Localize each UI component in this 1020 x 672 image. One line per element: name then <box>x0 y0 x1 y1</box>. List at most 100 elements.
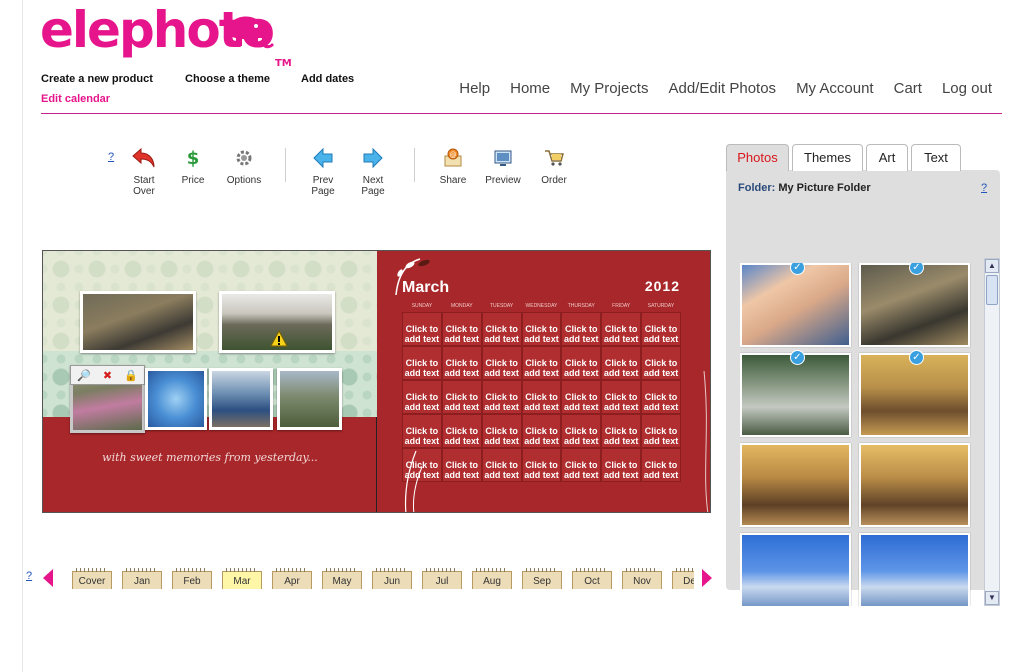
folder-name[interactable]: My Picture Folder <box>778 182 870 194</box>
date-cell[interactable]: Click to add text <box>481 346 522 380</box>
month-scroll-right-button[interactable] <box>702 569 712 587</box>
start-over-button[interactable]: Start Over <box>119 147 169 197</box>
preview-button[interactable]: Preview <box>478 147 528 186</box>
photo-thumbnail[interactable] <box>859 533 970 606</box>
scrollbar-thumb[interactable] <box>986 275 998 305</box>
delete-photo-icon[interactable]: ✖ <box>103 369 112 382</box>
month-tab-apr[interactable]: Apr <box>272 568 312 589</box>
tab-themes[interactable]: Themes <box>792 144 863 171</box>
panel-help-link[interactable]: ? <box>981 182 987 194</box>
month-tab-dec[interactable]: Dec <box>672 568 694 589</box>
date-cell[interactable]: Click to add text <box>601 380 642 414</box>
date-cell[interactable]: Click to add text <box>402 380 442 414</box>
date-cell[interactable]: Click to add text <box>521 346 562 380</box>
photo-thumbnail[interactable]: ✓ <box>740 350 851 437</box>
date-cell[interactable]: Click to add text <box>601 448 642 482</box>
order-button[interactable]: Order <box>529 147 579 186</box>
month-tab-sep[interactable]: Sep <box>522 568 562 589</box>
month-tab-mar[interactable]: Mar <box>222 568 262 589</box>
date-cell[interactable]: Click to add text <box>441 414 482 448</box>
calendar-year[interactable]: 2012 <box>645 278 680 294</box>
date-cell[interactable]: Click to add text <box>641 346 681 380</box>
date-cell[interactable]: Click to add text <box>521 448 562 482</box>
month-tab-feb[interactable]: Feb <box>172 568 212 589</box>
toolbar-help-link[interactable]: ? <box>108 151 114 163</box>
month-tab-jul[interactable]: Jul <box>422 568 462 589</box>
options-button[interactable]: Options <box>219 147 269 186</box>
calendar-photo-bubble[interactable] <box>145 368 207 430</box>
scroll-up-button[interactable]: ▲ <box>985 259 999 273</box>
step-add-dates[interactable]: Add dates <box>301 73 354 85</box>
calendar-photo-playground[interactable] <box>277 368 342 430</box>
nav-cart[interactable]: Cart <box>894 80 922 97</box>
zoom-icon[interactable]: 🔎 <box>77 369 91 382</box>
tab-text[interactable]: Text <box>911 144 961 171</box>
top-navigation: Help Home My Projects Add/Edit Photos My… <box>459 80 992 97</box>
date-cell[interactable]: Click to add text <box>601 414 642 448</box>
date-cell[interactable]: Click to add text <box>481 380 522 414</box>
month-tab-jan[interactable]: Jan <box>122 568 162 589</box>
calendar-photo-statues[interactable] <box>219 291 335 353</box>
nav-log-out[interactable]: Log out <box>942 80 992 97</box>
date-cell[interactable]: Click to add text <box>641 448 681 482</box>
date-cell[interactable]: Click to add text <box>521 380 562 414</box>
nav-my-account[interactable]: My Account <box>796 80 874 97</box>
date-cell[interactable]: Click to add text <box>641 380 681 414</box>
date-cell[interactable]: Click to add text <box>521 414 562 448</box>
date-cell[interactable]: Click to add text <box>402 346 442 380</box>
month-tab-cover[interactable]: Cover <box>72 568 112 589</box>
date-cell[interactable]: Click to add text <box>481 448 522 482</box>
price-button[interactable]: $ Price <box>168 147 218 186</box>
photo-thumbnail[interactable]: ✓ <box>859 350 970 437</box>
date-cell[interactable]: Click to add text <box>561 414 602 448</box>
date-cell[interactable]: Click to add text <box>441 346 482 380</box>
step-choose-theme[interactable]: Choose a theme <box>185 73 270 85</box>
calendar-photo-boy-bike[interactable] <box>80 291 196 353</box>
date-cell[interactable]: Click to add text <box>601 346 642 380</box>
nav-my-projects[interactable]: My Projects <box>570 80 648 97</box>
date-cell[interactable]: Click to add text <box>441 448 482 482</box>
photo-thumbnail[interactable]: ✓ <box>859 263 970 347</box>
date-cell[interactable]: Click to add text <box>402 312 442 346</box>
photo-thumbnail[interactable] <box>740 443 851 527</box>
month-tab-jun[interactable]: Jun <box>372 568 412 589</box>
month-tab-aug[interactable]: Aug <box>472 568 512 589</box>
month-scroll-left-button[interactable] <box>43 569 53 587</box>
tab-photos[interactable]: Photos <box>726 144 789 171</box>
calendar-quote[interactable]: with sweet memories from yesterday... <box>43 451 377 464</box>
photo-thumbnail[interactable]: ✓ <box>740 263 851 347</box>
date-cell[interactable]: Click to add text <box>561 380 602 414</box>
month-tab-nov[interactable]: Nov <box>622 568 662 589</box>
photo-thumbnail[interactable] <box>740 533 851 606</box>
date-cell[interactable]: Click to add text <box>601 312 642 346</box>
month-tabs-help-link[interactable]: ? <box>26 570 32 582</box>
step-edit-calendar: Edit calendar <box>41 93 111 105</box>
lock-icon[interactable]: 🔒 <box>124 369 138 382</box>
month-tab-may[interactable]: May <box>322 568 362 589</box>
thumbnail-scrollbar[interactable]: ▲ ▼ <box>984 258 1000 606</box>
date-cell[interactable]: Click to add text <box>641 414 681 448</box>
step-create-product[interactable]: Create a new product <box>41 73 153 85</box>
nav-add-edit-photos[interactable]: Add/Edit Photos <box>668 80 776 97</box>
nav-help[interactable]: Help <box>459 80 490 97</box>
date-cell[interactable]: Click to add text <box>561 346 602 380</box>
prev-page-button[interactable]: Prev Page <box>298 147 348 197</box>
date-cell[interactable]: Click to add text <box>521 312 562 346</box>
date-cell[interactable]: Click to add text <box>561 312 602 346</box>
date-cell[interactable]: Click to add text <box>481 414 522 448</box>
month-tab-oct[interactable]: Oct <box>572 568 612 589</box>
scroll-down-button[interactable]: ▼ <box>985 591 999 605</box>
share-button[interactable]: @ Share <box>428 147 478 186</box>
date-cell[interactable]: Click to add text <box>561 448 602 482</box>
tab-art[interactable]: Art <box>866 144 908 171</box>
date-cell[interactable]: Click to add text <box>441 380 482 414</box>
next-page-button[interactable]: Next Page <box>348 147 398 197</box>
prev-page-label-2: Page <box>311 186 335 197</box>
calendar-month-title[interactable]: March <box>402 279 449 297</box>
date-cell[interactable]: Click to add text <box>641 312 681 346</box>
calendar-photo-toy-car[interactable] <box>209 368 273 430</box>
photo-thumbnail[interactable] <box>859 443 970 527</box>
date-cell[interactable]: Click to add text <box>441 312 482 346</box>
date-cell[interactable]: Click to add text <box>481 312 522 346</box>
nav-home[interactable]: Home <box>510 80 550 97</box>
